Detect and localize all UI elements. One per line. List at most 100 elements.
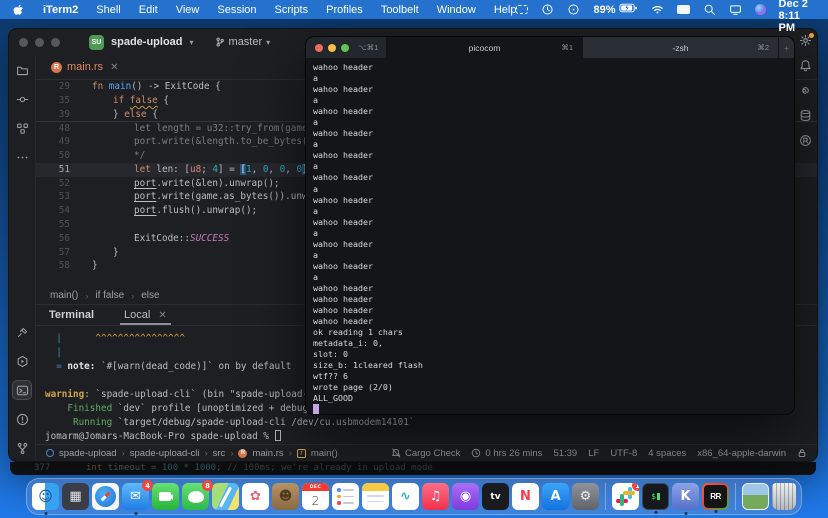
new-tab-button[interactable]: +	[778, 37, 794, 58]
menu-iterm2[interactable]: iTerm2	[43, 4, 78, 16]
iterm-terminal-output[interactable]: wahoo headerawahoo headerawahoo headeraw…	[306, 58, 794, 414]
iterm-window: ⌥⌘1 picocom⌘1-zsh⌘2 + wahoo headerawahoo…	[305, 36, 795, 415]
settings-gear-icon[interactable]	[799, 34, 812, 47]
dock-notes[interactable]	[362, 483, 389, 510]
dock-iterm2[interactable]: $	[642, 483, 669, 510]
wifi-icon[interactable]	[651, 3, 664, 16]
status-lf[interactable]: LF	[588, 448, 599, 459]
project-folder-icon[interactable]	[13, 61, 31, 79]
dock-messages[interactable]: 8	[182, 483, 209, 510]
running-indicator	[684, 512, 687, 515]
git-icon[interactable]	[13, 439, 31, 457]
menu-help[interactable]: Help	[494, 4, 517, 16]
status-0-hrs-26-mins[interactable]: 0 hrs 26 mins	[471, 448, 542, 459]
close-window-button[interactable]	[19, 38, 28, 47]
apple-menu-icon[interactable]	[12, 3, 25, 17]
terminal-icon[interactable]	[13, 381, 31, 399]
zoom-window-button[interactable]	[51, 38, 60, 47]
dock-downloads-stack[interactable]	[742, 483, 769, 510]
display-icon[interactable]	[729, 3, 742, 16]
dock-safari[interactable]	[92, 483, 119, 510]
project-switcher[interactable]: spade-upload	[111, 36, 183, 48]
terminal-line: wahoo header	[313, 261, 787, 272]
iterm-tab-picocom[interactable]: picocom⌘1	[386, 37, 582, 58]
breadcrumb-item[interactable]: main()	[50, 290, 78, 301]
dock-podcasts[interactable]: ◉	[452, 483, 479, 510]
notifications-bell-icon[interactable]	[799, 59, 812, 72]
status-breadcrumb-item[interactable]: spade-upload	[59, 448, 117, 459]
status-utf-8[interactable]: UTF-8	[610, 448, 637, 459]
status-51-39[interactable]: 51:39	[553, 448, 577, 459]
structure-icon[interactable]	[13, 119, 31, 137]
menu-bar-clock[interactable]: Mon Dec 2 8:11 PM	[779, 0, 816, 34]
minimize-window-button[interactable]	[328, 44, 336, 52]
line-number: 52	[36, 177, 70, 191]
breadcrumb-item[interactable]: else	[141, 290, 159, 301]
dock-system-settings[interactable]: ⚙	[572, 483, 599, 510]
breadcrumb-item[interactable]: if false	[95, 290, 124, 301]
dock-launchpad[interactable]: ▦	[62, 483, 89, 510]
dock-photos[interactable]: ✿	[242, 483, 269, 510]
status-breadcrumb-item[interactable]: main.rs	[252, 448, 283, 459]
input-source-icon[interactable]	[677, 5, 690, 14]
dock-freeform[interactable]: ∿	[392, 483, 419, 510]
status-4-spaces[interactable]: 4 spaces	[648, 448, 686, 459]
dock-facetime[interactable]	[152, 483, 179, 510]
tab-main-rs[interactable]: R main.rs ✕	[42, 55, 127, 79]
menu-session[interactable]: Session	[217, 4, 256, 16]
menu-view[interactable]: View	[176, 4, 200, 16]
dock-mail[interactable]: ✉4	[122, 483, 149, 510]
screenshot-icon[interactable]	[516, 5, 528, 14]
search-icon[interactable]	[703, 3, 716, 16]
menu-toolbelt[interactable]: Toolbelt	[381, 4, 419, 16]
dock-slack[interactable]: 1	[612, 483, 639, 510]
terminal-tab-local[interactable]: Local ✕	[124, 305, 167, 325]
minimize-window-button[interactable]	[35, 38, 44, 47]
status-breadcrumb-item[interactable]: spade-upload-cli	[130, 448, 200, 459]
more-icon[interactable]	[13, 148, 31, 166]
menu-edit[interactable]: Edit	[139, 4, 158, 16]
tab-label: -zsh	[672, 43, 688, 53]
menu-window[interactable]: Window	[437, 4, 476, 16]
dock-contacts[interactable]: ☻	[272, 483, 299, 510]
zoom-window-button[interactable]	[341, 44, 349, 52]
status-breadcrumb-item[interactable]: src	[213, 448, 226, 459]
dock-rustrover[interactable]: RR	[702, 483, 729, 510]
ai-assistant-icon[interactable]	[799, 84, 812, 97]
iterm-tab-zsh[interactable]: -zsh⌘2	[582, 37, 778, 58]
status-circle-icon[interactable]	[567, 3, 580, 16]
run-icon[interactable]	[13, 352, 31, 370]
dock-music[interactable]: ♫	[422, 483, 449, 510]
lock-open-icon[interactable]	[797, 448, 807, 458]
background-editor-window[interactable]: 377 int timeout = 100 * 1000; // 100ms; …	[10, 462, 816, 475]
dock-calendar[interactable]: DEC2	[302, 483, 329, 510]
status-cargo-check[interactable]: Cargo Check	[391, 448, 460, 459]
dock-news[interactable]: N	[512, 483, 539, 510]
dock-maps[interactable]	[212, 483, 239, 510]
line-number: 57	[36, 246, 70, 260]
branch-widget[interactable]: master ▾	[215, 36, 271, 48]
close-window-button[interactable]	[315, 44, 323, 52]
problems-icon[interactable]	[13, 410, 31, 428]
menu-shell[interactable]: Shell	[96, 4, 120, 16]
rust-plugin-icon[interactable]	[799, 134, 812, 147]
close-terminal-tab-icon[interactable]: ✕	[158, 310, 166, 321]
build-icon[interactable]	[13, 323, 31, 341]
menu-profiles[interactable]: Profiles	[326, 4, 363, 16]
menu-scripts[interactable]: Scripts	[275, 4, 309, 16]
clock-icon[interactable]	[541, 3, 554, 16]
commit-icon[interactable]	[13, 90, 31, 108]
database-icon[interactable]	[799, 109, 812, 122]
close-tab-icon[interactable]: ✕	[110, 62, 118, 73]
dock-app-store[interactable]: A	[542, 483, 569, 510]
dock-finder[interactable]: ☺	[32, 483, 59, 510]
battery-icon[interactable]: 89%	[593, 2, 637, 17]
status-x86-64-apple-darwin[interactable]: x86_64-apple-darwin	[697, 448, 786, 459]
chevron-down-icon: ▾	[266, 38, 270, 47]
dock-trash[interactable]	[772, 483, 796, 510]
dock-tv[interactable]: tv	[482, 483, 509, 510]
dock-reminders[interactable]	[332, 483, 359, 510]
status-breadcrumb-item[interactable]: main()	[311, 448, 338, 459]
siri-icon[interactable]	[755, 4, 766, 15]
dock-kicad[interactable]: K	[672, 483, 699, 510]
